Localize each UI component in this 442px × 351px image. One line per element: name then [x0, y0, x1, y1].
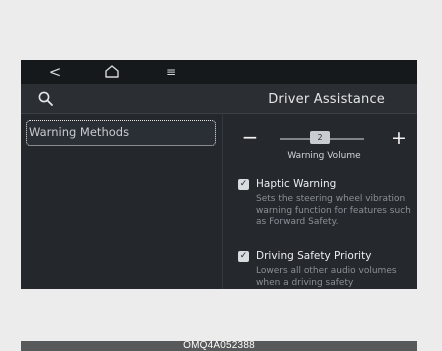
option-title: Driving Safety Priority [256, 250, 372, 262]
volume-value-badge: 2 [310, 131, 330, 144]
volume-increase-button[interactable]: + [389, 128, 409, 148]
option-description: Sets the steering wheel vibration warnin… [256, 194, 411, 227]
option-title: Haptic Warning [256, 178, 337, 190]
checkbox-checked-icon[interactable]: ✓ [238, 179, 249, 190]
sidebar-item-warning-methods[interactable]: Warning Methods [26, 120, 216, 146]
figure-caption: OMQ4A052388 [21, 341, 417, 351]
top-bar: < ≡ [21, 60, 417, 84]
warning-volume-control: − 2 + Warning Volume [224, 127, 417, 164]
header-bar: Driver Assistance [21, 84, 417, 114]
home-icon[interactable] [102, 64, 122, 80]
infotainment-screen: < ≡ Driver Assistance Warning Methods − … [21, 60, 417, 289]
page-title: Driver Assistance [268, 92, 385, 107]
back-icon[interactable]: < [45, 64, 65, 80]
search-icon[interactable] [37, 90, 55, 108]
checkbox-checked-icon[interactable]: ✓ [238, 251, 249, 262]
menu-icon[interactable]: ≡ [161, 64, 181, 80]
option-description: Lowers all other audio volumes when a dr… [256, 266, 397, 288]
volume-decrease-button[interactable]: − [240, 127, 260, 148]
settings-sidebar: Warning Methods [21, 114, 223, 289]
volume-label: Warning Volume [287, 151, 361, 161]
sidebar-item-label: Warning Methods [29, 125, 130, 139]
settings-content: − 2 + Warning Volume ✓ Haptic Warning Se… [224, 114, 417, 289]
